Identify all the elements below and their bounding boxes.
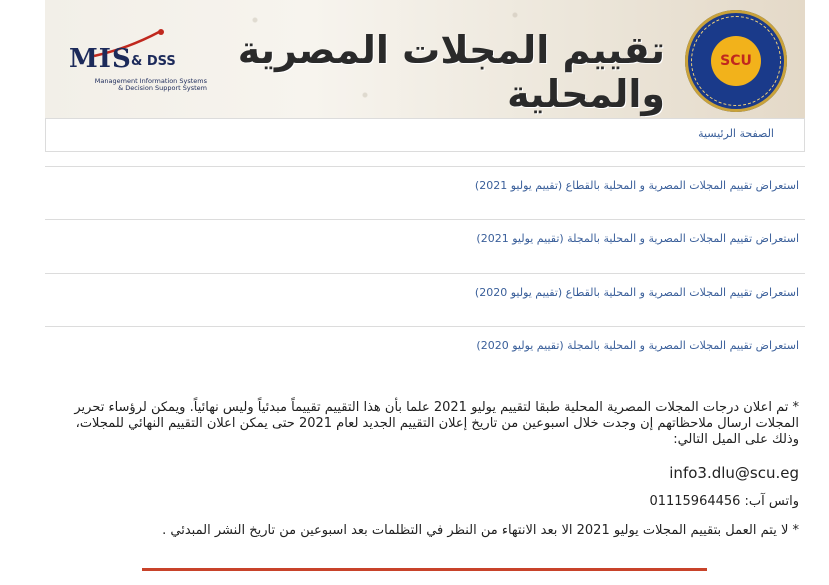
link-journal-2021[interactable]: استعراض تقييم المجلات المصرية و المحلية … <box>476 232 799 245</box>
home-link[interactable]: الصفحة الرئيسية <box>698 127 774 140</box>
scu-seal-logo: SCU <box>685 10 787 112</box>
link-sector-2020[interactable]: استعراض تقييم المجلات المصرية و المحلية … <box>475 286 799 299</box>
footer-divider <box>142 568 707 571</box>
link-journal-2020[interactable]: استعراض تقييم المجلات المصرية و المحلية … <box>476 339 799 352</box>
link-row: استعراض تقييم المجلات المصرية و المحلية … <box>45 326 805 380</box>
appeals-note: * لا يتم العمل بتقييم المجلات يوليو 2021… <box>162 523 799 538</box>
mis-logo-main: MIS <box>69 44 132 74</box>
header-banner: MIS & DSS Management Information Systems… <box>45 0 805 119</box>
link-row: استعراض تقييم المجلات المصرية و المحلية … <box>45 219 805 273</box>
link-sector-2021[interactable]: استعراض تقييم المجلات المصرية و المحلية … <box>475 179 799 192</box>
whatsapp-contact: واتس آب: 01115964456 <box>649 494 799 509</box>
mis-logo-subtitle: Management Information Systems & Decisio… <box>67 78 207 92</box>
site-title: تقييم المجلات المصرية والمحلية <box>237 28 666 116</box>
nav-bar: الصفحة الرئيسية <box>45 118 805 152</box>
mis-logo-sub2: & Decision Support System <box>118 84 207 92</box>
link-row: استعراض تقييم المجلات المصرية و المحلية … <box>45 166 805 220</box>
seal-center: SCU <box>711 36 761 86</box>
contact-email[interactable]: info3.dlu@scu.eg <box>669 464 799 482</box>
mis-logo-amp: & DSS <box>131 54 176 69</box>
announcement-note: * تم اعلان درجات المجلات المصرية المحلية… <box>74 400 799 447</box>
mis-dss-logo: MIS & DSS Management Information Systems… <box>59 29 209 98</box>
link-row: استعراض تقييم المجلات المصرية و المحلية … <box>45 273 805 327</box>
